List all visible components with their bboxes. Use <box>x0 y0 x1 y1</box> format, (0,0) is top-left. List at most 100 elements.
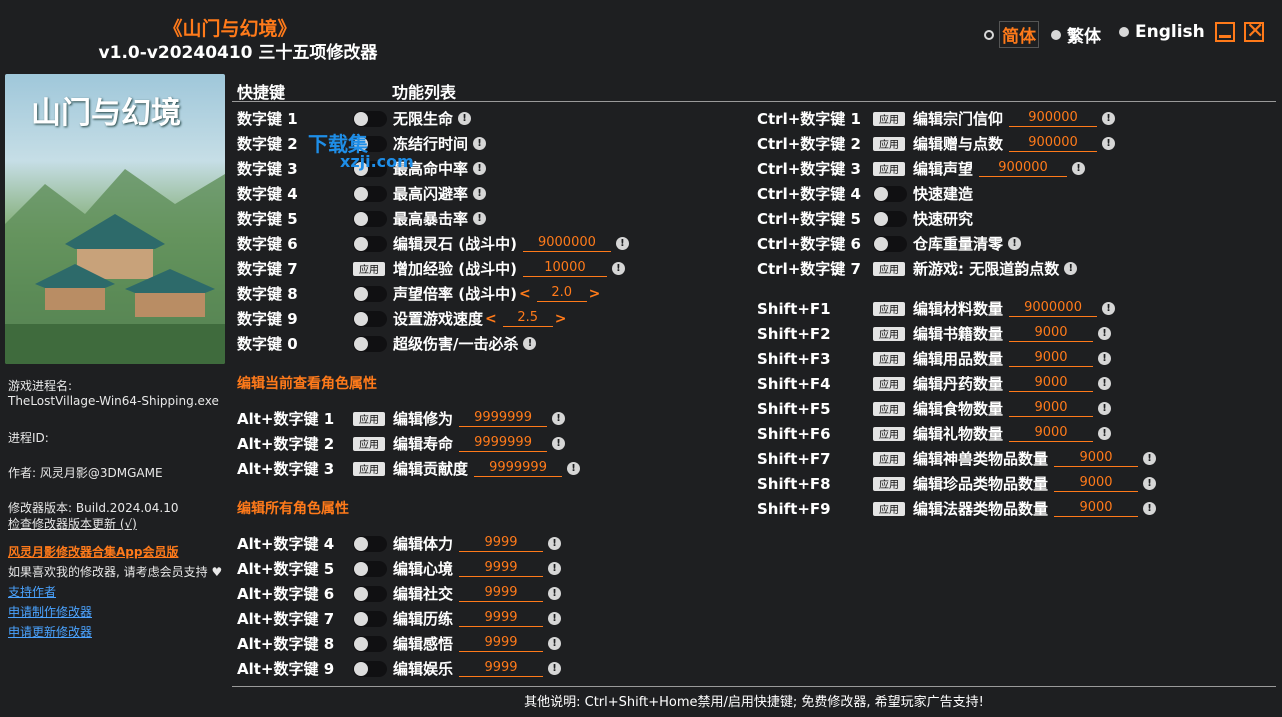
value-input[interactable]: 9999999 <box>459 410 548 427</box>
increase-arrow-icon[interactable]: > <box>555 311 567 327</box>
info-icon[interactable]: ! <box>548 662 562 675</box>
support-author-link[interactable]: 支持作者 <box>8 583 56 600</box>
info-icon[interactable]: ! <box>1064 262 1078 275</box>
info-icon[interactable]: ! <box>1098 402 1112 415</box>
apply-button[interactable]: 应用 <box>873 326 905 341</box>
decrease-arrow-icon[interactable]: < <box>485 311 497 327</box>
radio-icon[interactable] <box>1051 29 1061 40</box>
request-trainer-link[interactable]: 申请制作修改器 <box>8 603 92 620</box>
apply-button[interactable]: 应用 <box>873 501 905 516</box>
apply-button[interactable]: 应用 <box>873 351 905 366</box>
info-icon[interactable]: ! <box>548 537 562 550</box>
lang-traditional-label[interactable]: 繁体 <box>1067 22 1101 47</box>
toggle-switch[interactable] <box>873 185 907 202</box>
stepper-value[interactable]: 2.0 <box>536 285 587 302</box>
info-icon[interactable]: ! <box>548 637 562 650</box>
apply-button[interactable]: 应用 <box>873 426 905 441</box>
info-icon[interactable]: ! <box>1143 452 1157 465</box>
value-input[interactable]: 9999 <box>459 560 544 577</box>
lang-english[interactable]: English <box>1119 22 1205 42</box>
toggle-switch[interactable] <box>873 210 907 227</box>
value-input[interactable]: 900000 <box>1009 135 1098 152</box>
toggle-switch[interactable] <box>353 635 387 652</box>
info-icon[interactable]: ! <box>1102 112 1116 125</box>
apply-button[interactable]: 应用 <box>873 401 905 416</box>
toggle-switch[interactable] <box>873 235 907 252</box>
apply-button[interactable]: 应用 <box>873 161 905 176</box>
toggle-switch[interactable] <box>353 235 387 252</box>
info-icon[interactable]: ! <box>1098 352 1112 365</box>
toggle-switch[interactable] <box>353 110 387 127</box>
value-input[interactable]: 9000 <box>1009 350 1094 367</box>
toggle-switch[interactable] <box>353 310 387 327</box>
info-icon[interactable]: ! <box>548 612 562 625</box>
value-input[interactable]: 9000 <box>1054 450 1139 467</box>
value-input[interactable]: 900000 <box>979 160 1068 177</box>
apply-button[interactable]: 应用 <box>873 261 905 276</box>
value-input[interactable]: 9999 <box>459 635 544 652</box>
minimize-button[interactable] <box>1215 22 1235 42</box>
info-icon[interactable]: ! <box>1098 427 1112 440</box>
value-input[interactable]: 9999 <box>459 535 544 552</box>
apply-button[interactable]: 应用 <box>873 301 905 316</box>
radio-icon[interactable] <box>1119 27 1129 37</box>
decrease-arrow-icon[interactable]: < <box>519 286 531 302</box>
toggle-switch[interactable] <box>353 210 387 227</box>
lang-simplified-label[interactable]: 简体 <box>999 21 1039 48</box>
apply-button[interactable]: 应用 <box>873 136 905 151</box>
lang-simplified[interactable]: 简体 <box>984 21 1039 48</box>
value-input[interactable]: 9999 <box>459 610 544 627</box>
apply-button[interactable]: 应用 <box>353 461 385 476</box>
toggle-switch[interactable] <box>353 285 387 302</box>
info-icon[interactable]: ! <box>1008 237 1022 250</box>
toggle-switch[interactable] <box>353 585 387 602</box>
info-icon[interactable]: ! <box>523 337 537 350</box>
value-input[interactable]: 9000 <box>1009 375 1094 392</box>
toggle-switch[interactable] <box>353 535 387 552</box>
info-icon[interactable]: ! <box>473 162 487 175</box>
value-input[interactable]: 9000000 <box>522 235 611 252</box>
apply-button[interactable]: 应用 <box>353 261 385 276</box>
info-icon[interactable]: ! <box>548 587 562 600</box>
info-icon[interactable]: ! <box>1102 137 1116 150</box>
value-input[interactable]: 9999 <box>459 660 544 677</box>
value-input[interactable]: 900000 <box>1009 110 1098 127</box>
info-icon[interactable]: ! <box>552 412 566 425</box>
value-input[interactable]: 9999 <box>459 585 544 602</box>
info-icon[interactable]: ! <box>552 437 566 450</box>
info-icon[interactable]: ! <box>1098 327 1112 340</box>
request-update-link[interactable]: 申请更新修改器 <box>8 623 92 640</box>
toggle-switch[interactable] <box>353 660 387 677</box>
value-input[interactable]: 9000 <box>1009 425 1094 442</box>
apply-button[interactable]: 应用 <box>353 436 385 451</box>
value-input[interactable]: 9999999 <box>474 460 563 477</box>
toggle-switch[interactable] <box>353 335 387 352</box>
lang-english-label[interactable]: English <box>1135 22 1205 42</box>
info-icon[interactable]: ! <box>458 112 472 125</box>
value-input[interactable]: 9000 <box>1009 325 1094 342</box>
toggle-switch[interactable] <box>353 610 387 627</box>
info-icon[interactable]: ! <box>473 212 487 225</box>
close-button[interactable]: ✕ <box>1244 21 1264 43</box>
toggle-switch[interactable] <box>353 185 387 202</box>
apply-button[interactable]: 应用 <box>873 476 905 491</box>
info-icon[interactable]: ! <box>473 187 487 200</box>
increase-arrow-icon[interactable]: > <box>589 286 601 302</box>
value-input[interactable]: 9000 <box>1009 400 1094 417</box>
value-input[interactable]: 10000 <box>522 260 607 277</box>
info-icon[interactable]: ! <box>1072 162 1086 175</box>
info-icon[interactable]: ! <box>611 262 625 275</box>
info-icon[interactable]: ! <box>1143 502 1157 515</box>
apply-button[interactable]: 应用 <box>873 376 905 391</box>
value-input[interactable]: 9000000 <box>1009 300 1098 317</box>
info-icon[interactable]: ! <box>615 237 629 250</box>
toggle-switch[interactable] <box>353 560 387 577</box>
value-input[interactable]: 9000 <box>1054 500 1139 517</box>
radio-selected-icon[interactable] <box>984 29 994 40</box>
value-input[interactable]: 9999999 <box>459 435 548 452</box>
info-icon[interactable]: ! <box>1098 377 1112 390</box>
apply-button[interactable]: 应用 <box>873 111 905 126</box>
vip-app-link[interactable]: 风灵月影修改器合集App会员版 <box>8 543 178 560</box>
apply-button[interactable]: 应用 <box>873 451 905 466</box>
stepper-value[interactable]: 2.5 <box>502 310 553 327</box>
